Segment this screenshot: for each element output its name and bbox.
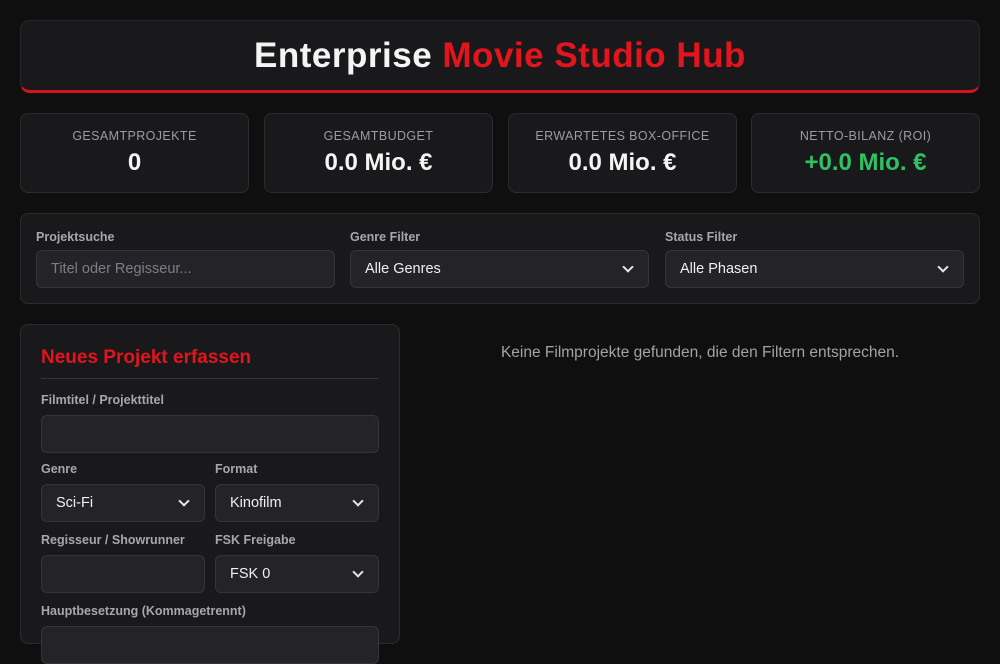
stat-value: 0.0 Mio. €	[324, 149, 433, 176]
format-field-group: Format Kinofilm	[215, 462, 379, 522]
search-placeholder: Titel oder Regisseur...	[51, 261, 192, 277]
status-filter-value: Alle Phasen	[680, 261, 758, 277]
director-input[interactable]	[41, 555, 205, 593]
app-title-part2: Movie Studio Hub	[442, 35, 746, 75]
stat-value: 0	[127, 149, 142, 176]
format-select[interactable]: Kinofilm	[215, 484, 379, 522]
format-field-label: Format	[215, 462, 258, 476]
status-filter-label: Status Filter	[665, 230, 738, 244]
empty-state-message: Keine Filmprojekte gefunden, die den Fil…	[500, 344, 900, 361]
title-field-label: Filmtitel / Projekttitel	[41, 393, 164, 407]
stat-label: NETTO-BILANZ (ROI)	[799, 129, 932, 143]
format-select-value: Kinofilm	[230, 495, 282, 511]
stat-card-roi: NETTO-BILANZ (ROI) +0.0 Mio. €	[751, 113, 980, 193]
fsk-select[interactable]: FSK 0	[215, 555, 379, 593]
genre-field-label: Genre	[41, 462, 78, 476]
director-field-group: Regisseur / Showrunner	[41, 533, 205, 593]
fsk-select-value: FSK 0	[230, 566, 271, 582]
app-header: Enterprise Movie Studio Hub	[20, 20, 980, 93]
genre-filter-label: Genre Filter	[350, 230, 421, 244]
cast-field-group: Hauptbesetzung (Kommagetrennt)	[41, 604, 379, 664]
new-project-form: Neues Projekt erfassen Filmtitel / Proje…	[20, 324, 400, 664]
genre-select-value: Sci-Fi	[56, 495, 94, 511]
stat-card-total-budget: GESAMTBUDGET 0.0 Mio. €	[264, 113, 493, 193]
stat-label: GESAMTBUDGET	[323, 129, 434, 143]
genre-filter-group: Genre Filter Alle Genres	[350, 230, 649, 288]
stat-value: +0.0 Mio. €	[804, 149, 927, 176]
title-input[interactable]	[41, 415, 379, 453]
search-group: Projektsuche Titel oder Regisseur...	[36, 230, 335, 288]
form-title: Neues Projekt erfassen	[41, 347, 379, 379]
chevron-down-icon	[937, 261, 949, 273]
genre-filter-select[interactable]: Alle Genres	[350, 250, 649, 288]
genre-field-group: Genre Sci-Fi	[41, 462, 205, 522]
stat-card-box-office: ERWARTETES BOX-OFFICE 0.0 Mio. €	[508, 113, 737, 193]
status-filter-group: Status Filter Alle Phasen	[665, 230, 964, 288]
stat-card-total-projects: GESAMTPROJEKTE 0	[20, 113, 249, 193]
title-field-group: Filmtitel / Projekttitel	[41, 393, 379, 453]
genre-filter-value: Alle Genres	[365, 261, 441, 277]
chevron-down-icon	[352, 495, 364, 507]
cast-input[interactable]	[41, 626, 379, 664]
cast-field-label: Hauptbesetzung (Kommagetrennt)	[41, 604, 246, 618]
status-filter-select[interactable]: Alle Phasen	[665, 250, 964, 288]
search-input[interactable]: Titel oder Regisseur...	[36, 250, 335, 288]
fsk-field-label: FSK Freigabe	[215, 533, 296, 547]
filter-panel: Projektsuche Titel oder Regisseur... Gen…	[20, 213, 980, 304]
chevron-down-icon	[352, 566, 364, 578]
stat-label: GESAMTPROJEKTE	[72, 129, 197, 143]
fsk-field-group: FSK Freigabe FSK 0	[215, 533, 379, 593]
chevron-down-icon	[178, 495, 190, 507]
stat-value: 0.0 Mio. €	[568, 149, 677, 176]
search-label: Projektsuche	[36, 230, 115, 244]
director-field-label: Regisseur / Showrunner	[41, 533, 185, 547]
app-title-part1: Enterprise	[254, 35, 433, 75]
app-title: Enterprise Movie Studio Hub	[254, 36, 746, 76]
stat-label: ERWARTETES BOX-OFFICE	[535, 129, 710, 143]
chevron-down-icon	[622, 261, 634, 273]
genre-select[interactable]: Sci-Fi	[41, 484, 205, 522]
